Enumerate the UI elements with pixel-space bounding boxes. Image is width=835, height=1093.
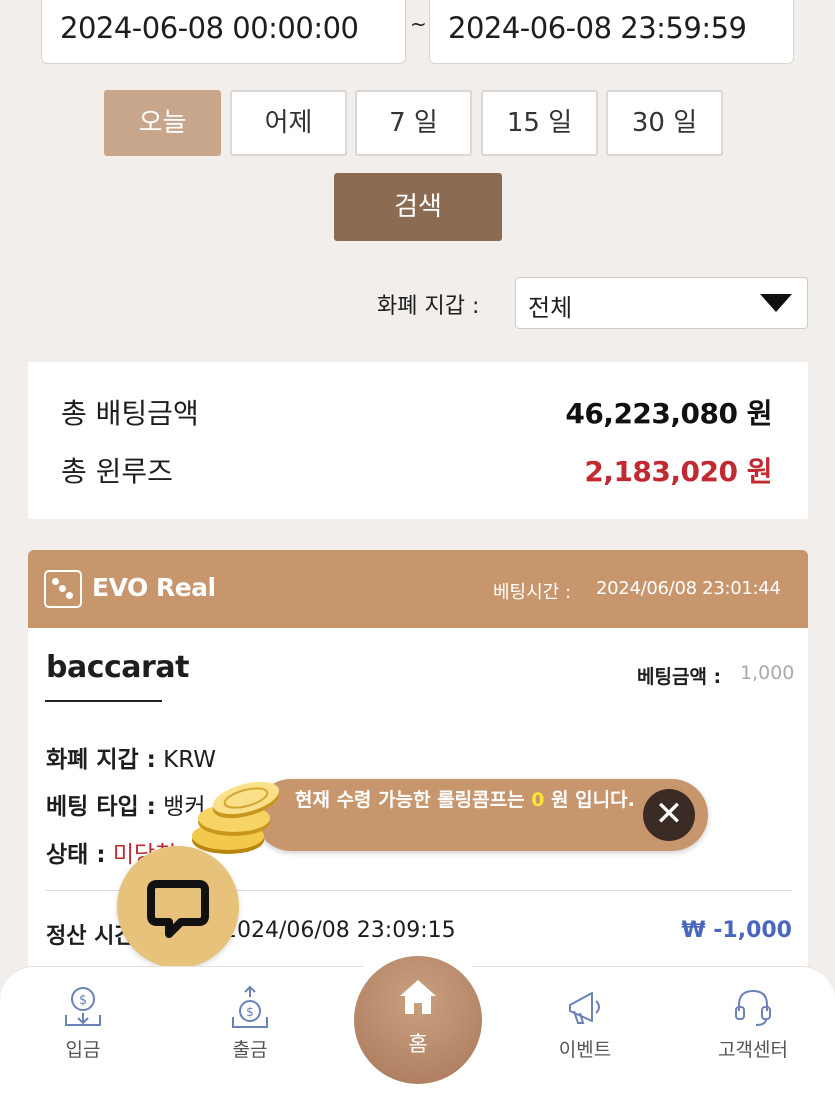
wallet-select[interactable]: 전체	[515, 277, 808, 329]
nav-deposit[interactable]: $ 입금	[23, 985, 143, 1062]
toast-text-after: 원 입니다.	[544, 789, 635, 811]
provider-name: EVO Real	[92, 573, 216, 602]
bet-type-label: 베팅 타입 :	[46, 794, 156, 820]
game-name: baccarat	[46, 650, 189, 685]
nav-support[interactable]: 고객센터	[693, 985, 813, 1062]
close-icon[interactable]: ✕	[643, 789, 695, 841]
total-bet-value: 46,223,080 원	[565, 397, 772, 430]
period-15days-button[interactable]: 15 일	[481, 90, 598, 156]
dice-icon	[44, 570, 82, 608]
total-winloss-value: 2,183,020 원	[584, 455, 772, 488]
period-yesterday-button[interactable]: 어제	[230, 90, 347, 156]
nav-deposit-label: 입금	[65, 1039, 101, 1061]
home-icon	[400, 980, 436, 1014]
date-to-input[interactable]: 2024-06-08 23:59:59	[429, 0, 794, 64]
svg-text:$: $	[79, 993, 87, 1008]
search-button[interactable]: 검색	[334, 173, 502, 241]
bet-card-header: EVO Real 베팅시간 : 2024/06/08 23:01:44	[28, 550, 808, 628]
bet-amount-value: 1,000	[740, 662, 795, 684]
total-winloss-label: 총 윈루즈	[61, 455, 173, 488]
wallet-row-label: 화폐 지갑 :	[46, 747, 156, 773]
bet-type-row: 베팅 타입 : 뱅커	[46, 787, 206, 821]
nav-event[interactable]: 이벤트	[525, 985, 645, 1062]
settle-amount: ₩ -1,000	[681, 918, 792, 943]
nav-home-button[interactable]: 홈	[354, 956, 482, 1084]
period-today-button[interactable]: 오늘	[104, 90, 221, 156]
headset-icon	[735, 989, 771, 1026]
chat-icon	[147, 880, 209, 938]
megaphone-icon	[569, 992, 600, 1024]
wallet-select-value: 전체	[528, 294, 573, 322]
nav-event-label: 이벤트	[558, 1039, 612, 1061]
deposit-icon: $	[65, 987, 101, 1026]
svg-text:$: $	[246, 1005, 254, 1019]
wallet-filter-label: 화폐 지갑 :	[377, 294, 480, 319]
bet-amount-label: 베팅금액 :	[637, 666, 722, 688]
nav-home-label: 홈	[408, 1032, 428, 1056]
period-7days-button[interactable]: 7 일	[355, 90, 472, 156]
chat-button[interactable]	[117, 846, 239, 968]
toast-text-before: 현재 수령 가능한 롤링콤프는	[295, 789, 532, 811]
date-separator: ~	[410, 12, 427, 36]
total-bet-label: 총 배팅금액	[61, 397, 199, 430]
rolling-comp-toast: 현재 수령 가능한 롤링콤프는 0 원 입니다. ✕	[255, 779, 708, 851]
nav-withdraw-label: 출금	[232, 1039, 268, 1061]
summary-panel: 총 배팅금액 46,223,080 원 총 윈루즈 2,183,020 원	[28, 362, 808, 519]
period-30days-button[interactable]: 30 일	[606, 90, 723, 156]
game-name-underline	[45, 700, 162, 702]
bet-time-value: 2024/06/08 23:01:44	[596, 578, 781, 599]
toast-amount: 0	[531, 789, 545, 811]
withdraw-icon: $	[232, 985, 268, 1028]
bet-time-label: 베팅시간 :	[493, 582, 572, 603]
settle-time-value: 2024/06/08 23:09:15	[223, 918, 456, 943]
nav-support-label: 고객센터	[718, 1039, 788, 1061]
nav-withdraw[interactable]: $ 출금	[190, 985, 310, 1062]
toast-message: 현재 수령 가능한 롤링콤프는 0 원 입니다.	[295, 785, 640, 815]
status-label: 상태 :	[46, 842, 106, 868]
caret-down-icon	[760, 294, 792, 312]
date-from-input[interactable]: 2024-06-08 00:00:00	[41, 0, 406, 64]
